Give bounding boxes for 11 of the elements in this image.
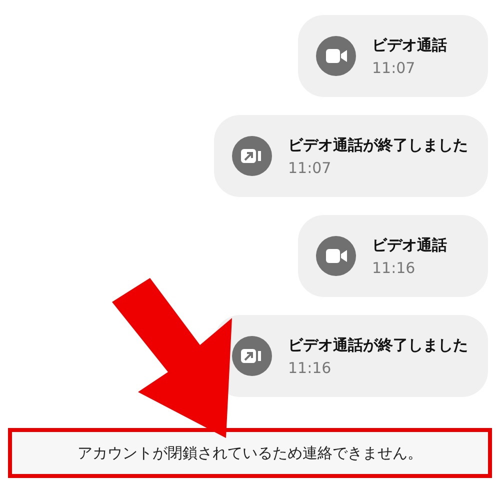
call-time: 11:07 bbox=[288, 158, 332, 176]
call-time: 11:07 bbox=[372, 58, 416, 76]
call-title: ビデオ通話が終了しました bbox=[288, 136, 468, 154]
notice-text: アカウントが閉鎖されているため連絡できません。 bbox=[78, 444, 422, 462]
video-camera-icon bbox=[316, 236, 356, 276]
call-title: ビデオ通話が終了しました bbox=[288, 336, 468, 354]
call-time: 11:16 bbox=[372, 258, 416, 276]
call-time: 11:16 bbox=[288, 358, 332, 376]
call-title: ビデオ通話 bbox=[372, 36, 447, 54]
call-title: ビデオ通話 bbox=[372, 236, 447, 254]
video-camera-icon bbox=[316, 36, 356, 76]
